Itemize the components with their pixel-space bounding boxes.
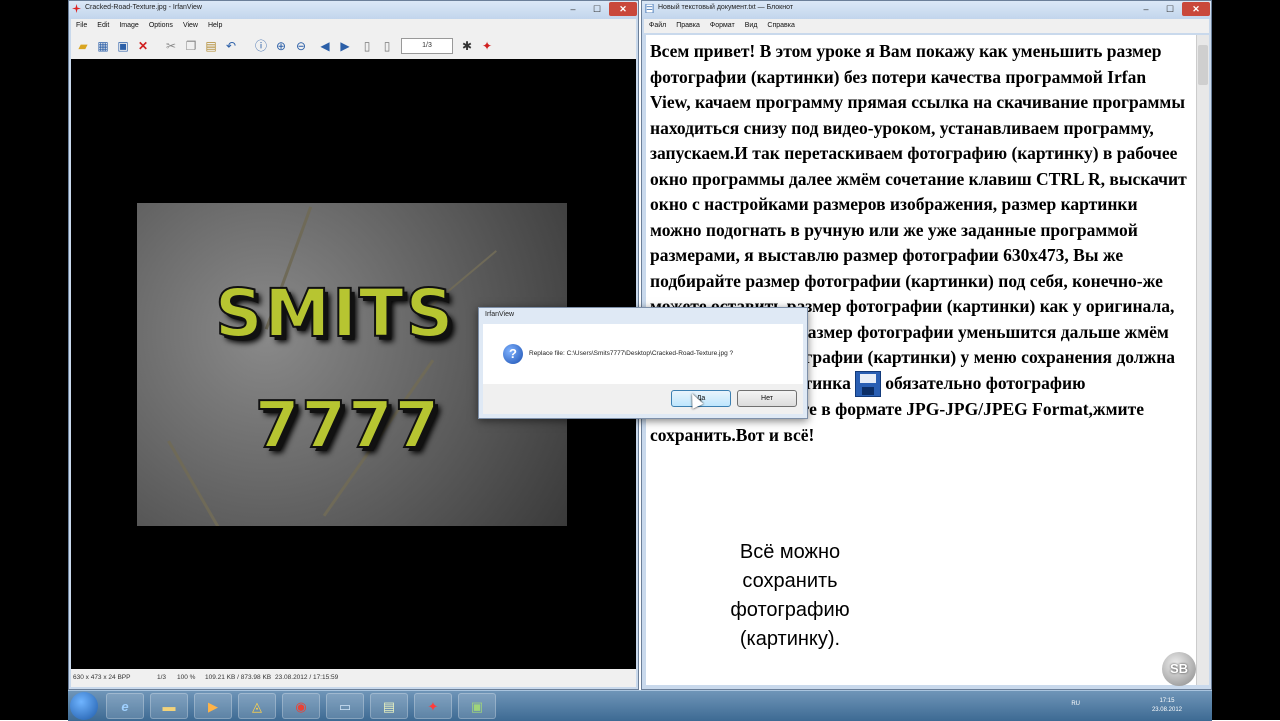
zoom-in-icon[interactable]: ⊕ bbox=[273, 38, 289, 54]
sb-watermark: SB bbox=[1162, 652, 1196, 686]
clock-date: 23.08.2012 bbox=[1151, 707, 1182, 713]
menu-options[interactable]: Options bbox=[144, 19, 178, 33]
clock-time: 17:15 bbox=[1159, 698, 1175, 704]
start-button[interactable] bbox=[70, 692, 98, 720]
irfanview-titlebar[interactable]: Cracked-Road-Texture.jpg - IrfanView – ☐… bbox=[69, 1, 638, 19]
taskbar: e ▬ ▶ ◬ ◉ ▭ ▤ ✦ ▣ RU 17:15 23.08.2012 bbox=[68, 690, 1212, 721]
minimize-icon[interactable]: – bbox=[1134, 2, 1158, 16]
media-player-icon[interactable]: ▶ bbox=[194, 693, 232, 719]
dialog-title: IrfanView bbox=[485, 311, 515, 318]
vertical-scrollbar[interactable] bbox=[1196, 35, 1209, 685]
zoom-out-icon[interactable]: ⊖ bbox=[293, 38, 309, 54]
daemon-tools-icon[interactable]: ◬ bbox=[238, 693, 276, 719]
paste-icon[interactable]: ▤ bbox=[203, 38, 219, 54]
undo-icon[interactable]: ↶ bbox=[223, 38, 239, 54]
menu-edit[interactable]: Edit bbox=[92, 19, 114, 33]
copy-icon[interactable]: ❐ bbox=[183, 38, 199, 54]
scrollbar-thumb[interactable] bbox=[1198, 45, 1208, 85]
close-icon[interactable]: ✕ bbox=[1182, 2, 1210, 16]
camtasia-icon[interactable]: ▣ bbox=[458, 693, 496, 719]
no-button[interactable]: Нет bbox=[737, 390, 797, 407]
system-tray: RU 17:15 23.08.2012 bbox=[962, 691, 1212, 721]
irfanview-statusbar: 630 x 473 x 24 BPP 1/3 100 % 109.21 KB /… bbox=[71, 669, 636, 687]
menu-help[interactable]: Help bbox=[203, 19, 227, 33]
status-zoom: 100 % bbox=[177, 674, 196, 681]
question-icon: ? bbox=[503, 344, 523, 364]
logo-text-smits: SMITS bbox=[214, 274, 456, 353]
status-date: 23.08.2012 / 17:15:59 bbox=[275, 674, 339, 681]
notepad-app-icon bbox=[645, 4, 654, 13]
irfanview-menubar: File Edit Image Options View Help bbox=[71, 19, 636, 33]
app-window-icon[interactable]: ▭ bbox=[326, 693, 364, 719]
menu-help[interactable]: Справка bbox=[762, 19, 799, 33]
menu-view[interactable]: Вид bbox=[740, 19, 763, 33]
replace-file-dialog: IrfanView ? Replace file: C:\Users\Smits… bbox=[478, 307, 808, 419]
cut-icon[interactable]: ✂ bbox=[163, 38, 179, 54]
right-letterbox bbox=[1212, 0, 1280, 720]
menu-format[interactable]: Формат bbox=[705, 19, 740, 33]
page-indicator[interactable]: 1/3 bbox=[401, 38, 453, 54]
explorer-icon[interactable]: ▬ bbox=[150, 693, 188, 719]
status-filesize: 109.21 KB / 873.98 KB bbox=[205, 674, 272, 681]
notepad-titlebar[interactable]: Новый текстовый документ.txt — Блокнот –… bbox=[642, 1, 1211, 19]
ie-icon[interactable]: e bbox=[106, 693, 144, 719]
notepad-menubar: Файл Правка Формат Вид Справка bbox=[644, 19, 1209, 33]
crack-line bbox=[167, 440, 230, 526]
close-icon[interactable]: ✕ bbox=[609, 2, 637, 16]
menu-image[interactable]: Image bbox=[114, 19, 143, 33]
logo-text-7777: 7777 bbox=[254, 388, 442, 464]
window-title: Cracked-Road-Texture.jpg - IrfanView bbox=[85, 4, 202, 11]
menu-view[interactable]: View bbox=[178, 19, 203, 33]
menu-file[interactable]: File bbox=[71, 19, 92, 33]
irfanview-toolbar: ▰ ▦ ▣ ✕ ✂ ❐ ▤ ↶ ⓘ ⊕ ⊖ ◀ ▶ ▯ ▯ 1/3 ✱ ✦ bbox=[71, 33, 636, 60]
page-prev-icon[interactable]: ▯ bbox=[359, 38, 375, 54]
dialog-button-row: Да Нет bbox=[483, 384, 803, 414]
left-letterbox bbox=[0, 0, 68, 720]
save-icon[interactable]: ▣ bbox=[115, 38, 131, 54]
previous-icon[interactable]: ◀ bbox=[317, 38, 333, 54]
thumbnails-icon[interactable]: ▦ bbox=[95, 38, 111, 54]
properties-icon[interactable]: ✱ bbox=[459, 38, 475, 54]
tray-clock[interactable]: 17:15 23.08.2012 bbox=[1152, 697, 1182, 715]
irfanview-app-icon bbox=[72, 4, 81, 13]
language-indicator[interactable]: RU bbox=[1071, 701, 1080, 707]
video-caption: Всё можно сохранить фотографию (картинку… bbox=[730, 541, 850, 650]
irfan-logo-icon[interactable]: ✦ bbox=[479, 38, 495, 54]
info-icon[interactable]: ⓘ bbox=[253, 38, 269, 54]
irfanview-taskbar-icon[interactable]: ✦ bbox=[414, 693, 452, 719]
maximize-icon[interactable]: ☐ bbox=[586, 2, 608, 16]
maximize-icon[interactable]: ☐ bbox=[1159, 2, 1181, 16]
page-next-icon[interactable]: ▯ bbox=[379, 38, 395, 54]
status-page: 1/3 bbox=[157, 674, 167, 681]
notepad-taskbar-icon[interactable]: ▤ bbox=[370, 693, 408, 719]
floppy-save-icon bbox=[855, 371, 882, 398]
dialog-message: Replace file: C:\Users\Smits7777\Desktop… bbox=[529, 350, 734, 357]
open-icon[interactable]: ▰ bbox=[75, 38, 91, 54]
minimize-icon[interactable]: – bbox=[561, 2, 585, 16]
dialog-body: ? Replace file: C:\Users\Smits7777\Deskt… bbox=[483, 324, 803, 414]
menu-file[interactable]: Файл bbox=[644, 19, 671, 33]
next-icon[interactable]: ▶ bbox=[337, 38, 353, 54]
chrome-icon[interactable]: ◉ bbox=[282, 693, 320, 719]
delete-icon[interactable]: ✕ bbox=[135, 38, 151, 54]
menu-edit[interactable]: Правка bbox=[671, 19, 705, 33]
window-title: Новый текстовый документ.txt — Блокнот bbox=[658, 4, 794, 11]
status-dimensions: 630 x 473 x 24 BPP bbox=[73, 674, 131, 681]
